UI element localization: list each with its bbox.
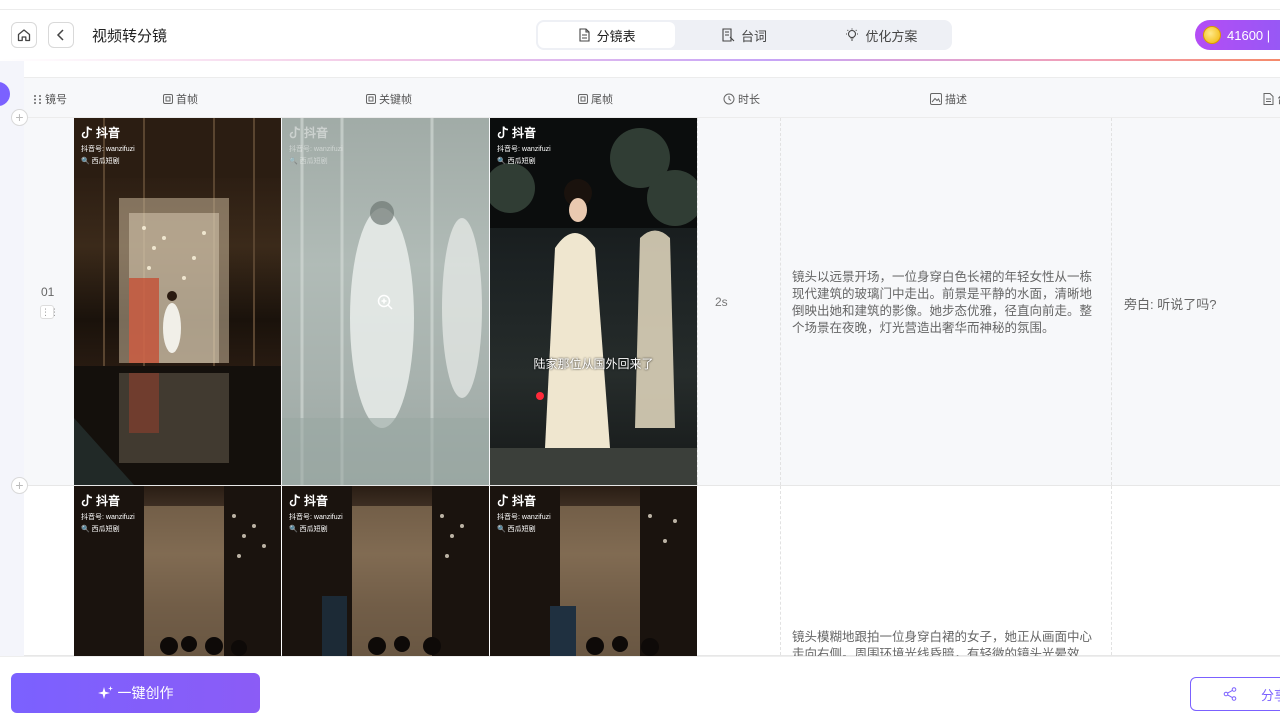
tiktok-icon [497,126,509,139]
header-gradient-divider [0,59,1280,61]
watermark-account: 抖音号: wanzifuzi [289,514,343,521]
clock-icon [723,93,735,105]
share-label: 分享 [1261,687,1280,703]
column-divider [1111,118,1112,485]
tab-lines-label: 台词 [740,28,767,44]
column-first-frame: 首帧 [163,91,198,107]
chevron-left-icon [56,29,64,41]
column-description: 描述 [930,91,967,107]
row-drag-handle[interactable]: ⋮⋮ [40,305,59,319]
tiktok-icon [497,494,509,507]
share-icon [1223,687,1237,701]
document-icon [1263,93,1274,105]
key-frame-thumbnail[interactable]: 抖音 抖音号: wanzifuzi 🔍 西瓜短剧 [282,486,489,656]
view-tabs: 分镜表 台词 优化方案 [536,20,952,50]
watermark-brand: 抖音 [289,492,328,509]
frame-icon [578,94,588,104]
tab-storyboard[interactable]: 分镜表 [538,22,676,48]
sparkle-icon [97,686,113,699]
last-frame-thumbnail[interactable]: 抖音 抖音号: wanzifuzi 🔍 西瓜短剧 陆家那位从国外回来了 [490,118,697,485]
zoom-in-icon[interactable] [377,294,393,310]
column-divider [1111,486,1112,655]
page-title: 视频转分镜 [92,28,168,45]
watermark-account: 抖音号: wanzifuzi [289,146,343,153]
first-frame-thumbnail[interactable]: 抖音 抖音号: wanzifuzi 🔍 西瓜短剧 [74,118,281,485]
insert-row-button[interactable]: + [11,477,28,494]
tab-lines[interactable]: 台词 [675,22,812,48]
table-row: 01 ⋮⋮ 抖音 抖音号: wanzifuzi 🔍 西瓜短剧 抖音 抖音号: w… [24,118,1280,486]
scene-illustration [74,118,281,485]
lightbulb-icon [846,28,859,41]
table-header: 镜号 首帧 关键帧 尾帧 时长 描述 台 [24,77,1280,118]
watermark-search: 🔍 西瓜短剧 [81,526,120,533]
watermark-account: 抖音号: wanzifuzi [81,146,135,153]
shot-dialogue[interactable]: 旁白: 听说了吗? [1124,294,1216,313]
column-divider [780,118,781,485]
one-click-create-label: 一键创作 [117,685,174,701]
column-duration: 时长 [723,91,760,107]
watermark-search: 🔍 西瓜短剧 [81,158,120,165]
table-row: 抖音 抖音号: wanzifuzi 🔍 西瓜短剧 抖音 抖音号: wanzifu… [24,486,1280,661]
tiktok-icon [289,494,301,507]
tab-optimize-label: 优化方案 [865,28,918,44]
watermark-search: 🔍 西瓜短剧 [497,158,536,165]
window-top-border [0,0,1280,10]
document-icon [579,28,590,42]
watermark-brand: 抖音 [497,124,536,141]
watermark-search: 🔍 西瓜短剧 [497,526,536,533]
tiktok-icon [81,494,93,507]
last-frame-thumbnail[interactable]: 抖音 抖音号: wanzifuzi 🔍 西瓜短剧 [490,486,697,656]
home-button[interactable] [11,22,37,48]
home-icon [17,29,31,42]
frame-icon [366,94,376,104]
watermark-account: 抖音号: wanzifuzi [81,514,135,521]
left-side-strip [0,61,24,656]
coin-icon [1203,26,1221,44]
watermark-search: 🔍 西瓜短剧 [289,158,328,165]
watermark-account: 抖音号: wanzifuzi [497,146,551,153]
watermark-brand: 抖音 [497,492,536,509]
key-frame-thumbnail[interactable]: 抖音 抖音号: wanzifuzi 🔍 西瓜短剧 [282,118,489,485]
tiktok-icon [289,126,301,139]
watermark-account: 抖音号: wanzifuzi [497,514,551,521]
column-key-frame: 关键帧 [366,91,412,107]
image-text-icon [930,93,942,105]
frame-icon [163,94,173,104]
tiktok-icon [81,126,93,139]
one-click-create-button[interactable]: 一键创作 [11,673,260,713]
scene-illustration [490,118,697,485]
insert-row-button[interactable]: + [11,109,28,126]
shot-description[interactable]: 镜头以远景开场，一位身穿白色长裙的年轻女性从一栋现代建筑的玻璃门中走出。前景是平… [792,269,1096,337]
column-divider [697,118,698,485]
column-dialogue: 台 [1263,91,1280,107]
watermark-search: 🔍 西瓜短剧 [289,526,328,533]
shot-number: 01 [41,285,55,299]
tab-optimize[interactable]: 优化方案 [813,22,950,48]
shot-duration[interactable]: 2s [715,295,728,309]
share-button[interactable]: 分享 [1190,677,1280,711]
credits-badge[interactable]: 41600 | [1195,20,1280,50]
script-icon [722,28,735,42]
drag-handle-icon [34,94,41,104]
watermark-brand: 抖音 [81,124,120,141]
first-frame-thumbnail[interactable]: 抖音 抖音号: wanzifuzi 🔍 西瓜短剧 [74,486,281,656]
tab-storyboard-label: 分镜表 [596,28,636,44]
credits-value: 41600 | [1227,27,1271,43]
watermark-brand: 抖音 [289,124,328,141]
video-caption: 陆家那位从国外回来了 [533,357,654,371]
watermark-brand: 抖音 [81,492,120,509]
column-shot-number: 镜号 [33,91,67,107]
header-bar: 视频转分镜 分镜表 台词 优化方案 41600 | [0,10,1280,60]
column-last-frame: 尾帧 [578,91,613,107]
back-button[interactable] [48,22,74,48]
column-divider [780,486,781,655]
